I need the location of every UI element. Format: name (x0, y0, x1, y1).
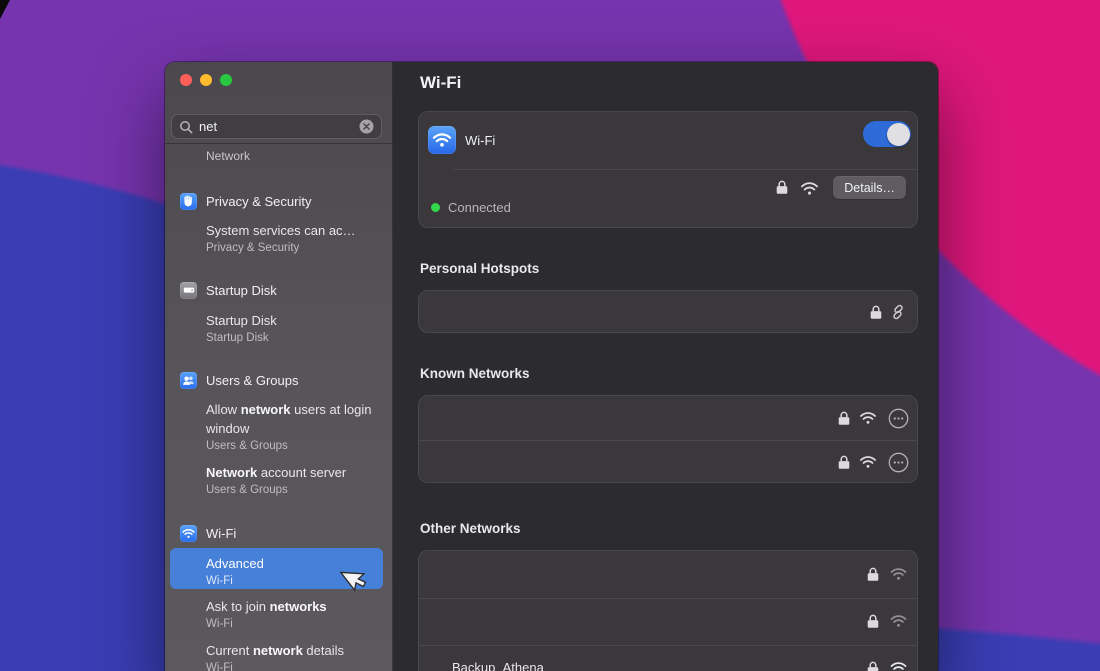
result-title: System services can ac… (206, 221, 380, 240)
result-caption: Users & Groups (206, 483, 380, 498)
result-caption: Users & Groups (206, 439, 380, 454)
other-network-row[interactable] (419, 551, 917, 598)
connected-status-text: Connected (448, 200, 511, 215)
search-result-ask-to-join[interactable]: Ask to join networks Wi-Fi (206, 597, 380, 632)
more-options-icon[interactable] (888, 408, 909, 434)
lock-icon (867, 660, 879, 671)
wifi-signal-weak-icon (890, 614, 907, 633)
wifi-signal-icon (859, 455, 877, 474)
lock-icon (838, 454, 850, 475)
internal-drive-icon (180, 282, 197, 299)
search-result-allow-network-users[interactable]: Allow network users at login window User… (206, 400, 380, 454)
connected-status-icon (431, 203, 440, 212)
search-result-current-network-details[interactable]: Current network details Wi-Fi (206, 641, 380, 671)
sidebar-item-privacy-security[interactable]: Privacy & Security (180, 192, 311, 210)
search-result-network-account-server[interactable]: Network account server Users & Groups (206, 463, 380, 498)
sidebar-item-label: Privacy & Security (206, 194, 311, 209)
link-icon (890, 304, 906, 325)
sidebar-item-startup-disk[interactable]: Startup Disk (180, 281, 277, 299)
sidebar-item-label: Users & Groups (206, 373, 298, 388)
other-networks-card: Backup_Athena (418, 550, 918, 671)
sidebar-item-wifi[interactable]: Wi-Fi (180, 524, 236, 542)
desktop: Network Privacy & Security System servic… (0, 0, 1100, 671)
lock-icon (776, 179, 788, 200)
close-button[interactable] (180, 74, 192, 86)
wifi-app-icon (428, 126, 456, 154)
network-name: Backup_Athena (452, 660, 544, 671)
wifi-signal-icon (859, 411, 877, 430)
search-input[interactable] (199, 119, 353, 134)
search-result-startup-disk[interactable]: Startup Disk Startup Disk (206, 311, 380, 346)
known-networks-card (418, 395, 918, 483)
wifi-toggle-label: Wi-Fi (465, 133, 495, 148)
wifi-signal-icon (890, 661, 907, 671)
other-network-row[interactable]: Backup_Athena (419, 645, 917, 671)
lock-icon (838, 410, 850, 431)
sidebar-item-label: Wi-Fi (206, 526, 236, 541)
minimize-button[interactable] (200, 74, 212, 86)
result-caption: Startup Disk (206, 331, 380, 346)
card-divider (453, 169, 917, 170)
result-caption: Privacy & Security (206, 241, 380, 256)
screen-corner-artifact (0, 0, 10, 19)
lock-icon (870, 304, 882, 325)
lock-icon (867, 566, 879, 587)
sidebar: Network Privacy & Security System servic… (165, 62, 393, 671)
lock-icon (867, 613, 879, 634)
personal-hotspots-card (418, 290, 918, 333)
result-title: Allow network users at login window (206, 400, 380, 438)
two-people-icon (180, 372, 197, 389)
section-header-other-networks: Other Networks (420, 521, 521, 536)
sidebar-item-network-caption[interactable]: Network (206, 149, 250, 163)
wifi-signal-weak-icon (890, 567, 907, 586)
wifi-pane: Wi-Fi Wi-Fi Connected (393, 62, 938, 671)
section-header-personal-hotspots: Personal Hotspots (420, 261, 539, 276)
result-caption: Wi-Fi (206, 661, 380, 671)
section-header-known-networks: Known Networks (420, 366, 530, 381)
result-title: Current network details (206, 641, 380, 660)
zoom-button[interactable] (220, 74, 232, 86)
sidebar-item-users-groups[interactable]: Users & Groups (180, 371, 298, 389)
result-caption: Wi-Fi (206, 617, 380, 632)
system-settings-window: Network Privacy & Security System servic… (165, 62, 938, 671)
result-title: Ask to join networks (206, 597, 380, 616)
wifi-signal-icon (800, 181, 819, 201)
wifi-card: Wi-Fi Connected (418, 111, 918, 228)
search-field[interactable] (171, 114, 382, 139)
page-title: Wi-Fi (420, 73, 461, 93)
hand-raised-icon (180, 193, 197, 210)
clear-search-icon[interactable] (359, 119, 374, 134)
wifi-toggle[interactable] (863, 121, 911, 147)
other-network-row[interactable] (419, 598, 917, 645)
known-network-row[interactable] (419, 396, 917, 440)
known-network-row[interactable] (419, 440, 917, 484)
result-title: Network account server (206, 463, 380, 482)
toggle-knob (887, 123, 910, 146)
more-options-icon[interactable] (888, 452, 909, 478)
wifi-icon (180, 525, 197, 542)
sidebar-divider (165, 143, 392, 144)
search-icon (179, 120, 193, 134)
result-title: Startup Disk (206, 311, 380, 330)
search-result-system-services[interactable]: System services can ac… Privacy & Securi… (206, 221, 380, 256)
sidebar-item-label: Startup Disk (206, 283, 277, 298)
details-button[interactable]: Details… (833, 176, 906, 199)
